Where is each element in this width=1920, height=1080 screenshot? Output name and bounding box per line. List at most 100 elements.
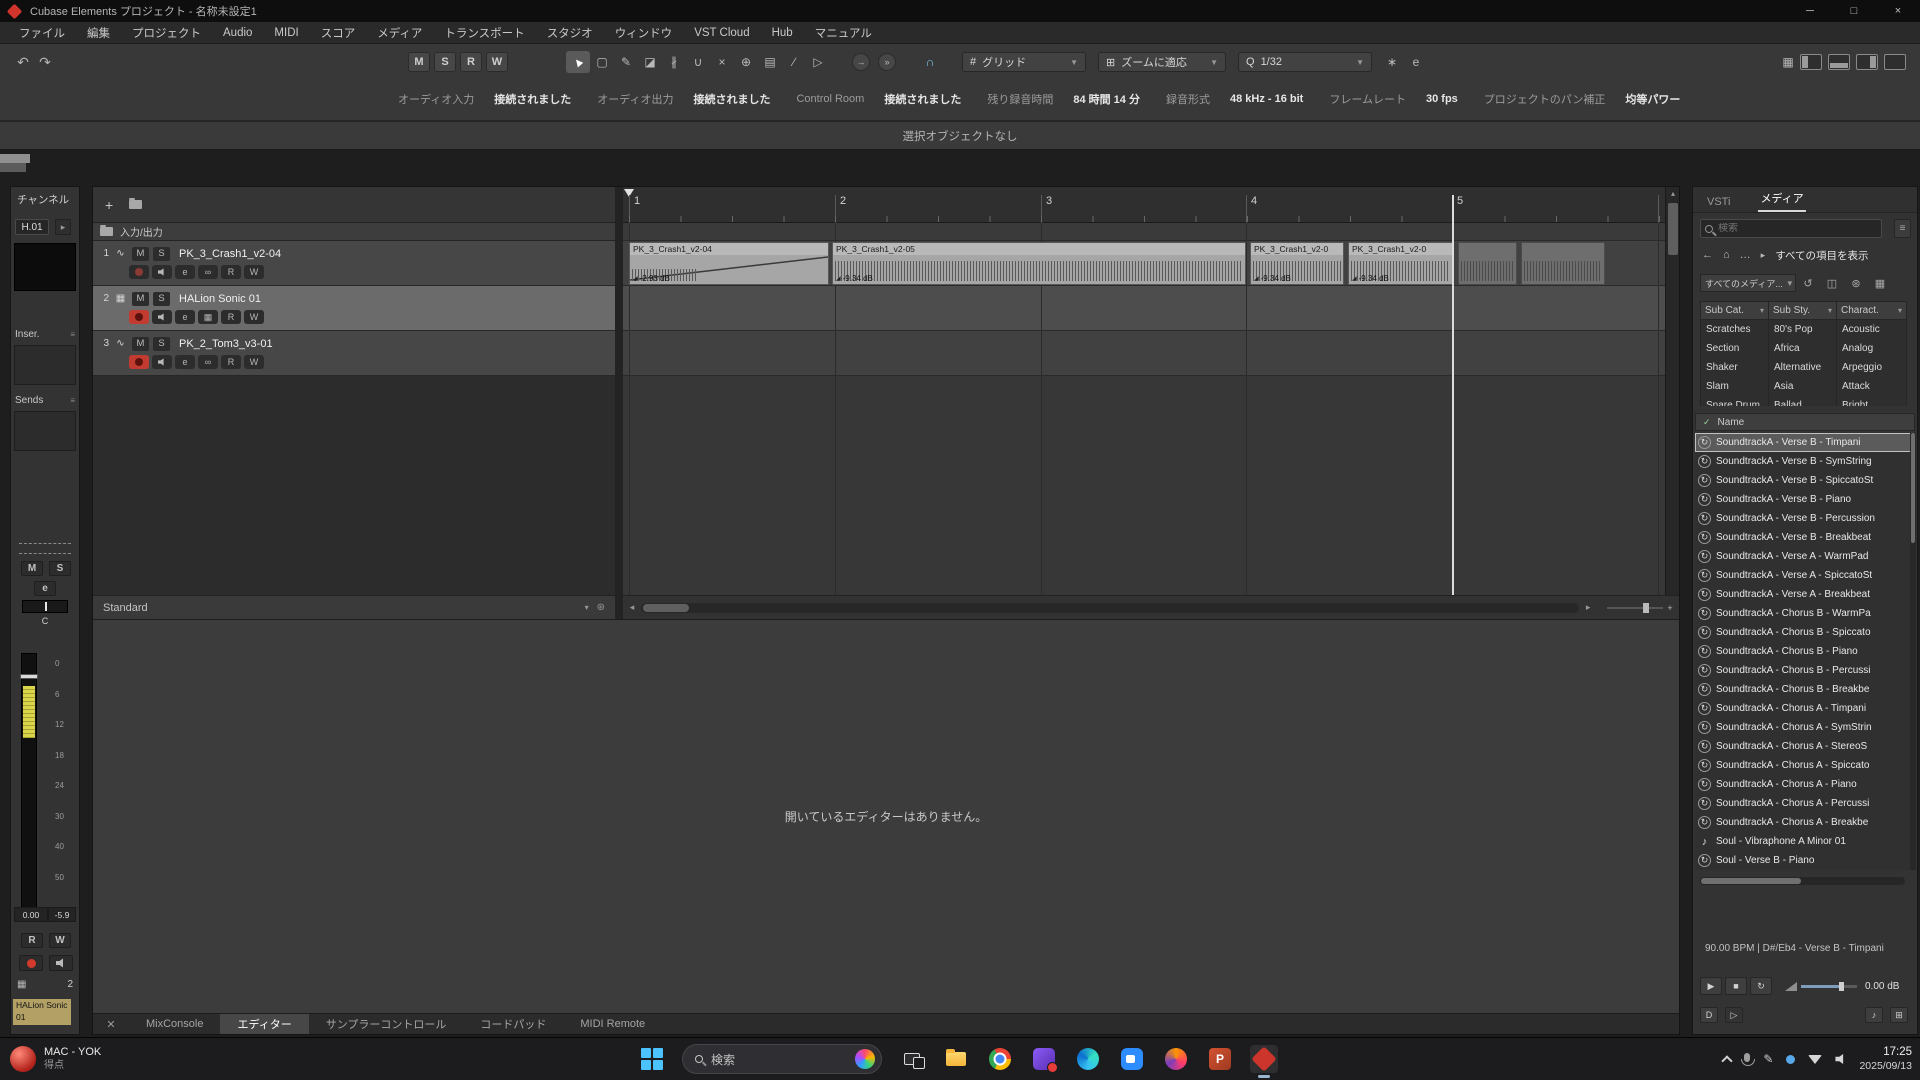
browser-button[interactable] [1162, 1045, 1190, 1073]
sends-menu-icon[interactable]: ≡ [70, 396, 75, 405]
preview-loop-button[interactable]: ↻ [1750, 977, 1772, 995]
instrument-editor-icon[interactable]: ▦ [198, 310, 218, 324]
menu-item[interactable]: ファイル [8, 22, 76, 43]
lower-zone-tab[interactable]: エディター [220, 1014, 308, 1034]
filter-column-header[interactable]: Sub Sty.▾ [1768, 301, 1837, 320]
sends-slots[interactable] [14, 411, 76, 451]
auto-play-toggle[interactable]: ▷ [1725, 1007, 1743, 1023]
status-item[interactable]: 録音形式48 kHz - 16 bit [1166, 91, 1303, 107]
add-track-icon[interactable]: + [105, 197, 113, 213]
media-result-row[interactable]: ↻ ♪ SoundtrackA - Verse B - Timpani [1695, 433, 1911, 452]
media-result-row[interactable]: ↻ ♪ SoundtrackA - Chorus A - Piano [1695, 775, 1911, 794]
lower-zone-tab[interactable]: MIDI Remote [563, 1014, 662, 1034]
lower-zone-tab[interactable]: サンプラーコントロール [309, 1014, 464, 1034]
close-lower-zone-icon[interactable]: ✕ [93, 1018, 129, 1031]
preview-stop-button[interactable]: ■ [1725, 977, 1747, 995]
read-automation-button[interactable]: R [21, 933, 43, 948]
insert-grid-icon[interactable]: ⊞ [1890, 1007, 1908, 1023]
read-button[interactable]: R [221, 355, 241, 369]
track-lane-2-selected[interactable] [623, 286, 1665, 331]
filter-item[interactable]: Arpeggio [1837, 358, 1906, 377]
media-search-input[interactable] [1718, 223, 1877, 234]
read-button[interactable]: R [221, 265, 241, 279]
filter-item[interactable]: Africa [1769, 339, 1836, 358]
edit-channel-button[interactable]: e [175, 310, 195, 324]
media-result-row[interactable]: ↻ ♪ SoundtrackA - Verse B - SymString [1695, 452, 1911, 471]
speaker-icon[interactable] [1835, 1054, 1846, 1065]
blue-app-button[interactable] [1118, 1045, 1146, 1073]
scroll-up-icon[interactable]: ▴ [1666, 187, 1680, 200]
monitor-button[interactable] [152, 310, 172, 324]
results-horizontal-scrollbar[interactable] [1700, 877, 1905, 885]
audio-event-dimmed[interactable] [1521, 242, 1605, 285]
minimize-button[interactable]: ─ [1788, 0, 1832, 22]
results-hscroll-thumb[interactable] [1701, 878, 1801, 884]
record-arm-button[interactable] [129, 265, 149, 279]
vertical-scrollbar[interactable]: ▴ ▾ [1665, 187, 1679, 619]
right-zone-toggle[interactable] [1856, 54, 1878, 70]
results-header[interactable]: ✓ Name [1695, 413, 1915, 431]
filter-column-header[interactable]: Sub Cat.▾ [1700, 301, 1769, 320]
track-mute-button[interactable]: M [132, 337, 149, 351]
monitor-button[interactable] [152, 355, 172, 369]
cubase-taskbar-button[interactable] [1250, 1045, 1278, 1073]
track-mute-button[interactable]: M [132, 247, 149, 261]
write-button[interactable]: W [244, 355, 264, 369]
filter-item[interactable]: Shaker [1701, 358, 1768, 377]
menu-item[interactable]: スタジオ [536, 22, 604, 43]
split-tool-icon[interactable]: ∦ [662, 51, 686, 73]
filter-item[interactable]: Slam [1701, 377, 1768, 396]
menu-item[interactable]: メディア [366, 22, 433, 43]
status-item[interactable]: Control Room接続されました [796, 91, 961, 107]
filter-item[interactable]: Snare Drum [1701, 396, 1768, 406]
routing-icon[interactable]: ▸ [55, 219, 71, 235]
audio-event-dimmed[interactable] [1458, 242, 1517, 285]
lower-zone-toggle[interactable] [1828, 54, 1850, 70]
zoom-in-icon[interactable]: + [1663, 603, 1677, 613]
range-select-tool-icon[interactable]: ▢ [590, 51, 614, 73]
preview-volume-slider[interactable] [1801, 985, 1857, 988]
write-automation-button[interactable]: W [49, 933, 71, 948]
scroll-right-icon[interactable]: ▸ [1581, 602, 1595, 613]
audio-event[interactable]: PK_3_Crash1_v2-0 ◢-9.34 dB [1250, 242, 1344, 285]
start-button[interactable] [638, 1045, 666, 1073]
write-button[interactable]: W [244, 265, 264, 279]
peak-value[interactable]: -5.9 [48, 907, 76, 922]
track-lane-3[interactable] [623, 331, 1665, 376]
media-result-row[interactable]: ↻ ♪ SoundtrackA - Chorus B - Piano [1695, 642, 1911, 661]
media-result-row[interactable]: ↻ ♪ SoundtrackA - Chorus A - SymStrin [1695, 718, 1911, 737]
media-result-row[interactable]: ↻ ♪ SoundtrackA - Chorus B - WarmPa [1695, 604, 1911, 623]
menu-item[interactable]: ウィンドウ [604, 22, 684, 43]
io-channels-row[interactable]: 入力/出力 [93, 223, 615, 241]
undo-icon[interactable]: ↶ [12, 51, 34, 73]
media-result-row[interactable]: ↻ ♪ SoundtrackA - Verse A - WarmPad [1695, 547, 1911, 566]
zoom-mode-dropdown[interactable]: ⊞ズームに適応▼ [1098, 52, 1226, 72]
status-item[interactable]: オーディオ出力接続されました [597, 91, 770, 107]
monitor-button[interactable] [152, 265, 172, 279]
taskbar-clock[interactable]: 17:25 2025/09/13 [1859, 1045, 1912, 1073]
media-result-row[interactable]: ↻ ♪ SoundtrackA - Verse B - SpiccatoSt [1695, 471, 1911, 490]
media-search-box[interactable] [1700, 219, 1882, 238]
menu-item[interactable]: トランスポート [433, 22, 535, 43]
preview-mode-button[interactable]: D [1700, 1007, 1718, 1023]
volume-slider-thumb[interactable] [1839, 982, 1844, 991]
filter-column-header[interactable]: Charact.▾ [1836, 301, 1907, 320]
edit-channel-button[interactable]: e [175, 355, 195, 369]
media-result-row[interactable]: ↻ ♪ SoundtrackA - Chorus B - Breakbe [1695, 680, 1911, 699]
audio-event[interactable]: PK_3_Crash1_v2-05 ◢-9.34 dB [832, 242, 1246, 285]
audio-event[interactable]: PK_3_Crash1_v2-0 ◢-9.34 dB [1348, 242, 1453, 285]
results-scrollbar[interactable] [1910, 433, 1916, 870]
edit-channel-button[interactable]: e [175, 265, 195, 279]
menu-item[interactable]: 編集 [76, 22, 121, 43]
rack-tab[interactable]: メディア [1758, 186, 1805, 212]
read-all-button[interactable]: R [460, 52, 482, 72]
chrome-button[interactable] [986, 1045, 1014, 1073]
media-type-dropdown[interactable]: すべてのメディア...▼ [1700, 274, 1796, 292]
pan-control[interactable] [22, 600, 68, 613]
more-icon[interactable]: … [1740, 249, 1751, 261]
edit-channel-settings-button[interactable]: e [34, 581, 56, 596]
menu-item[interactable]: Hub [761, 22, 804, 43]
status-item[interactable]: 残り録音時間84 時間 14 分 [987, 91, 1140, 107]
volume-value[interactable]: 0.00 [14, 907, 48, 922]
track-mute-button[interactable]: M [132, 292, 149, 306]
